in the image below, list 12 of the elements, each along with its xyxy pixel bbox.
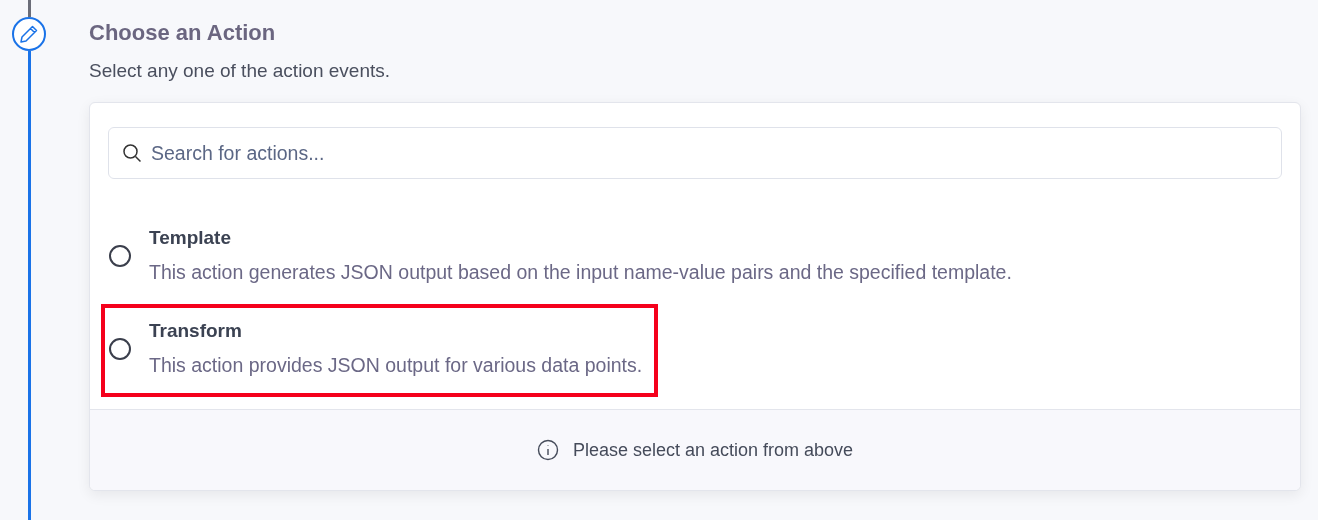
step-subtitle: Select any one of the action events. xyxy=(89,60,392,82)
radio-button[interactable] xyxy=(109,337,131,360)
step-title: Choose an Action xyxy=(89,20,277,46)
info-icon xyxy=(536,439,559,461)
action-description: This action provides JSON output for various data points. xyxy=(149,354,643,377)
info-message: Please select an action from above xyxy=(572,439,854,461)
action-title: Transform xyxy=(149,320,243,342)
pencil-icon xyxy=(19,24,39,44)
search-field[interactable]: Search for actions... xyxy=(108,127,1282,179)
radio-button[interactable] xyxy=(109,244,131,267)
action-title: Template xyxy=(149,227,232,249)
action-description: This action generates JSON output based on the input name-value pairs and the specified template. xyxy=(149,261,1012,284)
